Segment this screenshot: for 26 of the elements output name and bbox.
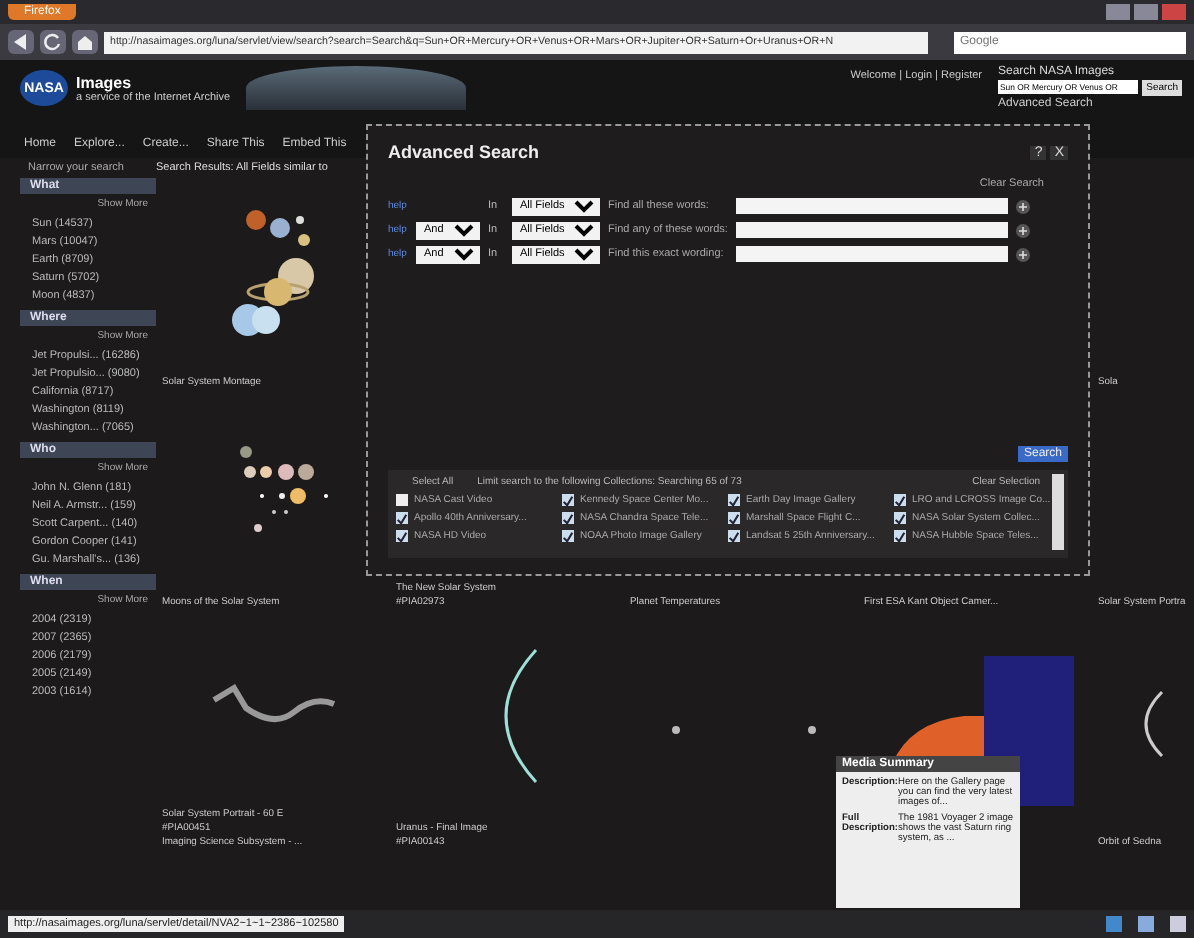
collection-checkbox[interactable]: [396, 512, 408, 524]
add-row-icon[interactable]: [1016, 223, 1030, 237]
collection-checkbox[interactable]: [562, 494, 574, 506]
add-row-icon[interactable]: [1016, 199, 1030, 213]
dialog-title: Advanced Search: [388, 142, 540, 162]
search-term-field[interactable]: [736, 198, 1008, 214]
collection-checkbox[interactable]: [396, 530, 408, 542]
tray-icons-icon: [1106, 916, 1186, 932]
collection-checkbox[interactable]: [728, 494, 740, 506]
collection-checkbox[interactable]: [728, 530, 740, 542]
search-term-field[interactable]: [736, 222, 1008, 238]
collection-checkbox[interactable]: [562, 512, 574, 524]
collection-checkbox[interactable]: [894, 494, 906, 506]
collection-checkbox[interactable]: [728, 512, 740, 524]
home-icon[interactable]: [72, 30, 98, 54]
scrollbar-icon[interactable]: [1052, 474, 1064, 550]
window-controls-icon[interactable]: [1106, 4, 1186, 20]
collection-checkbox[interactable]: [894, 512, 906, 524]
add-row-icon[interactable]: [1016, 247, 1030, 261]
collection-checkbox[interactable]: [396, 494, 408, 506]
site-title: Images: [76, 73, 134, 91]
collection-checkbox[interactable]: [894, 530, 906, 542]
reload-icon[interactable]: [40, 30, 66, 54]
back-icon[interactable]: [8, 30, 34, 54]
collection-checkbox[interactable]: [562, 530, 574, 542]
search-term-field[interactable]: [736, 246, 1008, 262]
